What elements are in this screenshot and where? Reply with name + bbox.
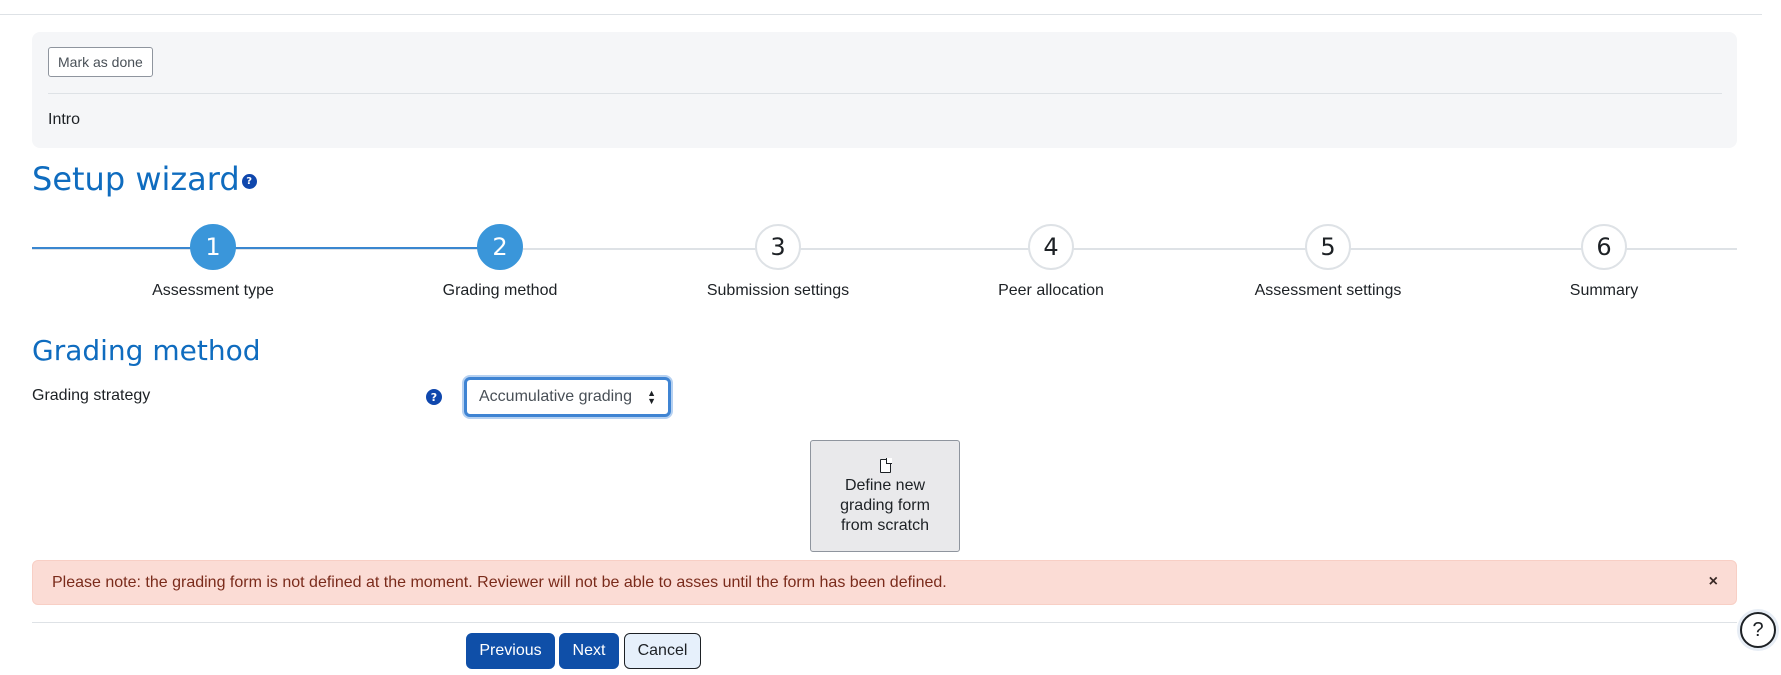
step-assessment-type[interactable]: 1 Assessment type (93, 224, 333, 300)
intro-text: Intro (48, 111, 81, 128)
define-grading-form-button[interactable]: Define new grading form from scratch (810, 440, 960, 552)
section-title: Grading method (32, 334, 261, 367)
step-label: Peer allocation (998, 282, 1104, 299)
next-button[interactable]: Next (559, 633, 619, 669)
step-number: 1 (190, 224, 236, 270)
step-grading-method[interactable]: 2 Grading method (380, 224, 620, 300)
step-label: Assessment settings (1254, 282, 1402, 299)
help-icon[interactable]: ? (1740, 612, 1776, 648)
mark-as-done-button[interactable]: Mark as done (48, 47, 153, 77)
step-number: 5 (1305, 224, 1351, 270)
wizard-stepper: 1 Assessment type 2 Grading method 3 Sub… (32, 224, 1737, 299)
help-icon[interactable]: ? (426, 389, 442, 405)
help-icon[interactable]: ? (241, 173, 257, 189)
select-value: Accumulative grading (479, 388, 632, 405)
step-number: 3 (755, 224, 801, 270)
close-icon[interactable]: × (1709, 573, 1718, 591)
grading-strategy-label: Grading strategy (32, 387, 151, 404)
step-assessment-settings[interactable]: 5 Assessment settings (1208, 224, 1448, 300)
step-number: 4 (1028, 224, 1074, 270)
step-number: 6 (1581, 224, 1627, 270)
alert-message: Please note: the grading form is not def… (52, 573, 947, 591)
form-divider (32, 622, 1737, 623)
grading-strategy-select[interactable]: Accumulative grading ▲ ▼ (464, 377, 671, 417)
step-number: 2 (477, 224, 523, 270)
step-label: Summary (1569, 282, 1639, 299)
setup-wizard-title: Setup wizard (32, 160, 240, 198)
define-button-line: Define new (844, 477, 926, 494)
top-divider (0, 14, 1762, 15)
cancel-button[interactable]: Cancel (624, 633, 701, 669)
warning-alert: Please note: the grading form is not def… (32, 560, 1737, 605)
activity-divider (48, 93, 1722, 94)
step-summary[interactable]: 6 Summary (1484, 224, 1724, 300)
step-label: Grading method (442, 282, 558, 299)
document-icon (879, 458, 892, 473)
define-button-line: grading form (840, 497, 930, 514)
define-button-line: from scratch (840, 517, 929, 534)
step-label: Assessment type (152, 282, 274, 299)
page-title: Setup wizard ? (32, 160, 257, 198)
step-label: Submission settings (706, 282, 850, 299)
previous-button[interactable]: Previous (466, 633, 555, 669)
select-caret-icon: ▲ ▼ (647, 388, 656, 406)
activity-header: Mark as done Intro (32, 32, 1737, 148)
step-submission-settings[interactable]: 3 Submission settings (658, 224, 898, 300)
step-peer-allocation[interactable]: 4 Peer allocation (931, 224, 1171, 300)
